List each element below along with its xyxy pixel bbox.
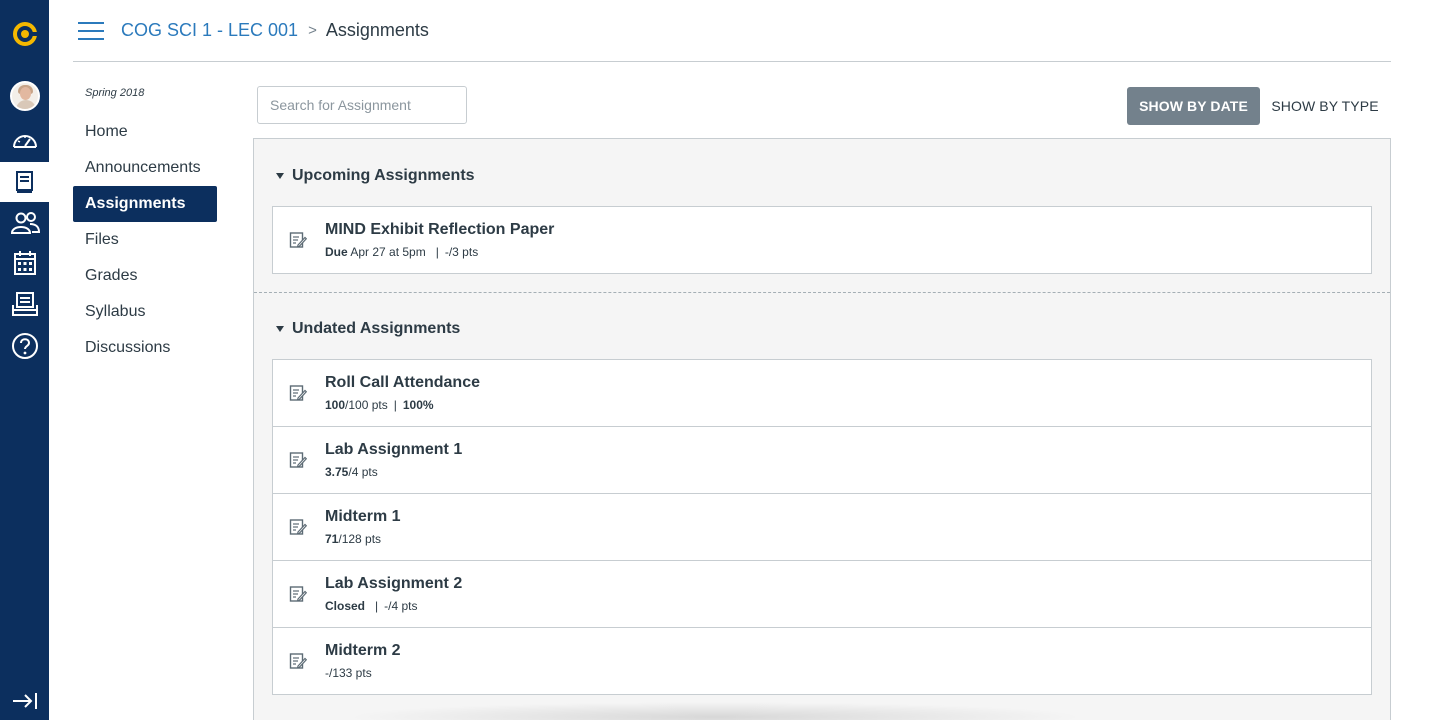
course-nav-announcements[interactable]: Announcements: [73, 150, 217, 186]
course-nav-files[interactable]: Files: [73, 222, 217, 258]
global-nav: [0, 0, 49, 720]
assignment-title[interactable]: MIND Exhibit Reflection Paper: [325, 221, 554, 239]
points: /4 pts: [348, 465, 378, 479]
courses-icon[interactable]: [0, 162, 49, 202]
hamburger-icon[interactable]: [78, 20, 104, 42]
points: -/4 pts: [384, 599, 418, 613]
assignment-meta: 100/100 pts | 100%: [325, 398, 434, 412]
assignment-meta: -/133 pts: [325, 666, 372, 680]
due-date: Apr 27 at 5pm: [350, 245, 426, 259]
assignment-meta: Closed | -/4 pts: [325, 599, 418, 613]
assignment-icon: [289, 452, 307, 468]
assignment-title[interactable]: Midterm 1: [325, 508, 401, 526]
assignment-title[interactable]: Lab Assignment 2: [325, 575, 462, 593]
group-header-undated[interactable]: Undated Assignments: [276, 320, 460, 338]
breadcrumb-separator: >: [308, 22, 317, 39]
assignment-meta: Due Apr 27 at 5pm | -/3 pts: [325, 245, 478, 259]
show-by-date-button[interactable]: SHOW BY DATE: [1127, 87, 1260, 125]
group-title: Undated Assignments: [292, 320, 461, 337]
assignment-title[interactable]: Roll Call Attendance: [325, 374, 480, 392]
canvas-logo-icon[interactable]: [0, 14, 49, 54]
caret-down-icon: [276, 173, 284, 179]
groups-icon[interactable]: [0, 203, 49, 243]
collapse-nav-icon[interactable]: [0, 681, 49, 720]
score: 71: [325, 532, 339, 546]
caret-down-icon: [276, 326, 284, 332]
show-by-type-button[interactable]: SHOW BY TYPE: [1262, 87, 1388, 125]
percent: 100%: [402, 398, 434, 412]
score: 3.75: [325, 465, 349, 479]
assignment-icon: [289, 519, 307, 535]
assignment-title[interactable]: Midterm 2: [325, 642, 401, 660]
meta-separator: |: [393, 398, 397, 412]
points: -/3 pts: [444, 245, 479, 259]
score: 100: [325, 398, 346, 412]
undated-assignments-list: Roll Call Attendance 100/100 pts | 100% La…: [272, 359, 1372, 695]
assignment-icon: [289, 653, 307, 669]
page-header: COG SCI 1 - LEC 001 > Assignments: [73, 0, 1391, 62]
points: /100 pts: [345, 398, 388, 412]
course-nav-syllabus[interactable]: Syllabus: [73, 294, 217, 330]
breadcrumb: COG SCI 1 - LEC 001 > Assignments: [121, 20, 429, 41]
course-nav-assignments[interactable]: Assignments: [73, 186, 217, 222]
search-input[interactable]: [257, 86, 467, 124]
points: -/133 pts: [325, 666, 372, 680]
assignment-row[interactable]: Midterm 1 71/128 pts: [273, 493, 1371, 560]
account-avatar[interactable]: [0, 76, 49, 116]
course-nav-grades[interactable]: Grades: [73, 258, 217, 294]
assignment-row[interactable]: Roll Call Attendance 100/100 pts | 100%: [273, 360, 1371, 426]
assignment-row[interactable]: Lab Assignment 1 3.75/4 pts: [273, 426, 1371, 493]
group-divider: [254, 292, 1390, 293]
assignment-row[interactable]: MIND Exhibit Reflection Paper Due Apr 27…: [273, 207, 1371, 273]
assignment-icon: [289, 385, 307, 401]
course-nav-home[interactable]: Home: [73, 114, 217, 150]
assignment-meta: 71/128 pts: [325, 532, 381, 546]
meta-separator: |: [435, 245, 439, 259]
course-nav-discussions[interactable]: Discussions: [73, 330, 217, 366]
assignment-row[interactable]: Midterm 2 -/133 pts: [273, 627, 1371, 694]
inbox-icon[interactable]: [0, 284, 49, 324]
help-icon[interactable]: [0, 326, 49, 366]
upcoming-assignments-list: MIND Exhibit Reflection Paper Due Apr 27…: [272, 206, 1372, 274]
assignment-title[interactable]: Lab Assignment 1: [325, 441, 462, 459]
assignment-row[interactable]: Lab Assignment 2 Closed | -/4 pts: [273, 560, 1371, 627]
assignment-meta: 3.75/4 pts: [325, 465, 378, 479]
course-term: Spring 2018: [85, 87, 145, 99]
breadcrumb-course-link[interactable]: COG SCI 1 - LEC 001: [121, 20, 298, 41]
points: /128 pts: [338, 532, 382, 546]
calendar-icon[interactable]: [0, 243, 49, 283]
due-label: Due: [325, 245, 348, 259]
meta-separator: |: [375, 599, 379, 613]
status-label: Closed: [325, 599, 366, 613]
assignment-icon: [289, 586, 307, 602]
breadcrumb-current: Assignments: [325, 20, 429, 40]
group-title: Upcoming Assignments: [292, 167, 475, 184]
course-nav: Home Announcements Assignments Files Gra…: [73, 114, 217, 366]
avatar: [9, 81, 40, 111]
group-header-upcoming[interactable]: Upcoming Assignments: [276, 167, 475, 185]
assignment-icon: [289, 232, 307, 248]
dashboard-icon[interactable]: [0, 120, 49, 160]
assignments-panel: Upcoming Assignments MIND Exhibit Reflec…: [253, 138, 1391, 720]
